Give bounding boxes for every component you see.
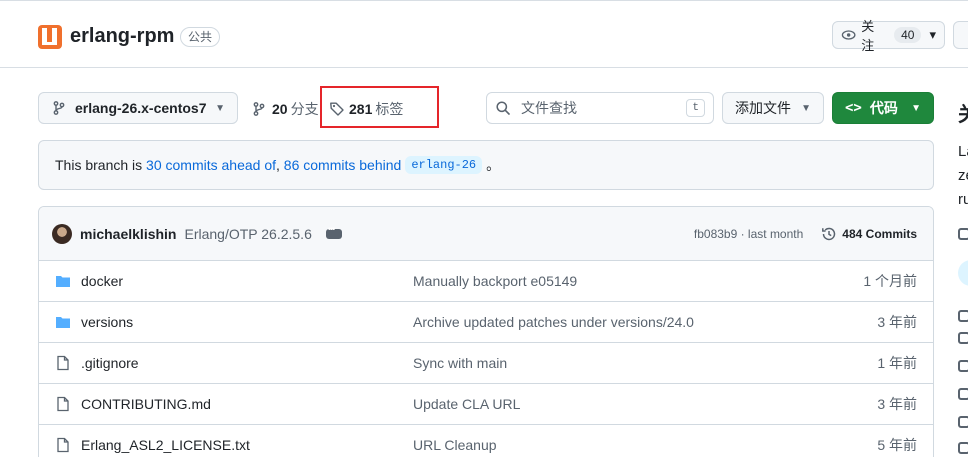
file-date: 3 年前	[877, 314, 917, 330]
chevron-down-icon: ▾	[929, 27, 936, 42]
highlight-box	[320, 86, 439, 128]
code-button[interactable]: <> 代码 ▼	[832, 92, 934, 124]
add-file-label: 添加文件	[735, 100, 791, 116]
file-browser: michaelklishin Erlang/OTP 26.2.5.6 fb083…	[38, 206, 934, 457]
file-commit-message[interactable]: Archive updated patches under versions/2…	[413, 314, 793, 330]
branch-name: erlang-26.x-centos7	[75, 100, 207, 116]
file-name[interactable]: Erlang_ASL2_LICENSE.txt	[81, 437, 413, 453]
watch-label: 关注	[861, 19, 875, 53]
file-row[interactable]: versions Archive updated patches under v…	[39, 302, 933, 343]
branch-icon	[53, 101, 65, 115]
file-icon	[55, 355, 71, 371]
base-branch-badge[interactable]: erlang-26	[405, 156, 483, 174]
folder-icon	[55, 273, 71, 289]
visibility-badge: 公共	[180, 27, 221, 47]
history-icon	[822, 227, 836, 240]
header-divider	[0, 67, 968, 68]
commit-author[interactable]: michaelklishin	[80, 226, 176, 242]
about-heading: 关	[958, 98, 968, 127]
file-date: 5 年前	[877, 437, 917, 453]
about-line: ru	[958, 191, 968, 208]
commits-behind-link[interactable]: 86 commits behind	[284, 157, 402, 173]
commit-sha-time[interactable]: fb083b9 · last month	[694, 227, 803, 241]
watch-button[interactable]: 关注 40 ▾	[832, 19, 945, 53]
branch-count: 20	[272, 101, 288, 117]
commit-message[interactable]: Erlang/OTP 26.2.5.6	[184, 226, 311, 242]
chevron-down-icon: ▼	[911, 102, 921, 114]
search-placeholder: 文件查找	[521, 100, 577, 116]
file-row[interactable]: CONTRIBUTING.md Update CLA URL 3 年前	[39, 384, 933, 425]
branch-icon	[253, 102, 265, 116]
banner-suffix: 。	[486, 157, 501, 173]
file-commit-message[interactable]: Sync with main	[413, 355, 793, 371]
law-icon	[958, 388, 968, 400]
folder-icon	[55, 314, 71, 330]
branches-link[interactable]: 20 分支	[251, 99, 319, 119]
topic-tag[interactable]	[958, 260, 968, 286]
code-label: 代码	[869, 100, 898, 116]
eye-icon	[841, 30, 856, 40]
repo-name[interactable]: erlang-rpm	[70, 25, 174, 48]
about-description: La ze ru	[958, 140, 968, 212]
file-commit-message[interactable]: Manually backport e05149	[413, 273, 793, 289]
add-file-button[interactable]: 添加文件 ▼	[722, 92, 824, 124]
commits-count: 484 Commits	[842, 226, 917, 241]
link-icon	[958, 228, 968, 240]
file-icon	[55, 396, 71, 412]
file-name[interactable]: docker	[81, 273, 413, 289]
watch-count: 40	[894, 27, 922, 43]
file-date: 3 年前	[877, 396, 917, 412]
file-commit-message[interactable]: URL Cleanup	[413, 437, 793, 453]
avatar[interactable]	[52, 223, 72, 244]
license-icon	[958, 332, 968, 344]
commits-ahead-link[interactable]: 30 commits ahead of	[146, 157, 276, 173]
file-search-input[interactable]: 文件查找 t	[486, 92, 714, 124]
top-border	[0, 0, 968, 4]
file-icon	[55, 437, 71, 453]
activity-icon	[958, 416, 968, 428]
chevron-down-icon: ▼	[801, 102, 811, 114]
about-line: ze	[958, 167, 968, 184]
file-name[interactable]: versions	[81, 314, 413, 330]
commits-history-link[interactable]: 484 Commits	[821, 226, 917, 242]
about-line: La	[958, 143, 968, 160]
latest-commit-row: michaelklishin Erlang/OTP 26.2.5.6 fb083…	[39, 207, 933, 261]
branch-status-banner: This branch is 30 commits ahead of , 86 …	[38, 140, 934, 190]
banner-prefix: This branch is	[55, 157, 143, 173]
search-icon	[496, 101, 510, 115]
chevron-down-icon: ▼	[215, 102, 225, 114]
branch-select-button[interactable]: erlang-26.x-centos7 ▼	[38, 92, 238, 124]
heart-icon	[958, 360, 968, 372]
banner-sep: ,	[276, 157, 280, 173]
search-shortcut: t	[686, 99, 705, 117]
star-icon	[958, 442, 968, 454]
code-icon: <>	[845, 100, 862, 116]
file-row[interactable]: docker Manually backport e05149 1 个月前	[39, 261, 933, 302]
file-row[interactable]: Erlang_ASL2_LICENSE.txt URL Cleanup 5 年前	[39, 425, 933, 457]
readme-icon	[958, 310, 968, 322]
file-commit-message[interactable]: Update CLA URL	[413, 396, 793, 412]
file-name[interactable]: CONTRIBUTING.md	[81, 396, 413, 412]
file-date: 1 个月前	[863, 273, 917, 289]
file-name[interactable]: .gitignore	[81, 355, 413, 371]
star-button[interactable]	[953, 21, 968, 49]
branch-label: 分支	[290, 101, 319, 117]
file-row[interactable]: .gitignore Sync with main 1 年前	[39, 343, 933, 384]
file-date: 1 年前	[877, 355, 917, 371]
repo-logo-icon	[38, 25, 62, 49]
more-icon[interactable]	[325, 224, 342, 239]
